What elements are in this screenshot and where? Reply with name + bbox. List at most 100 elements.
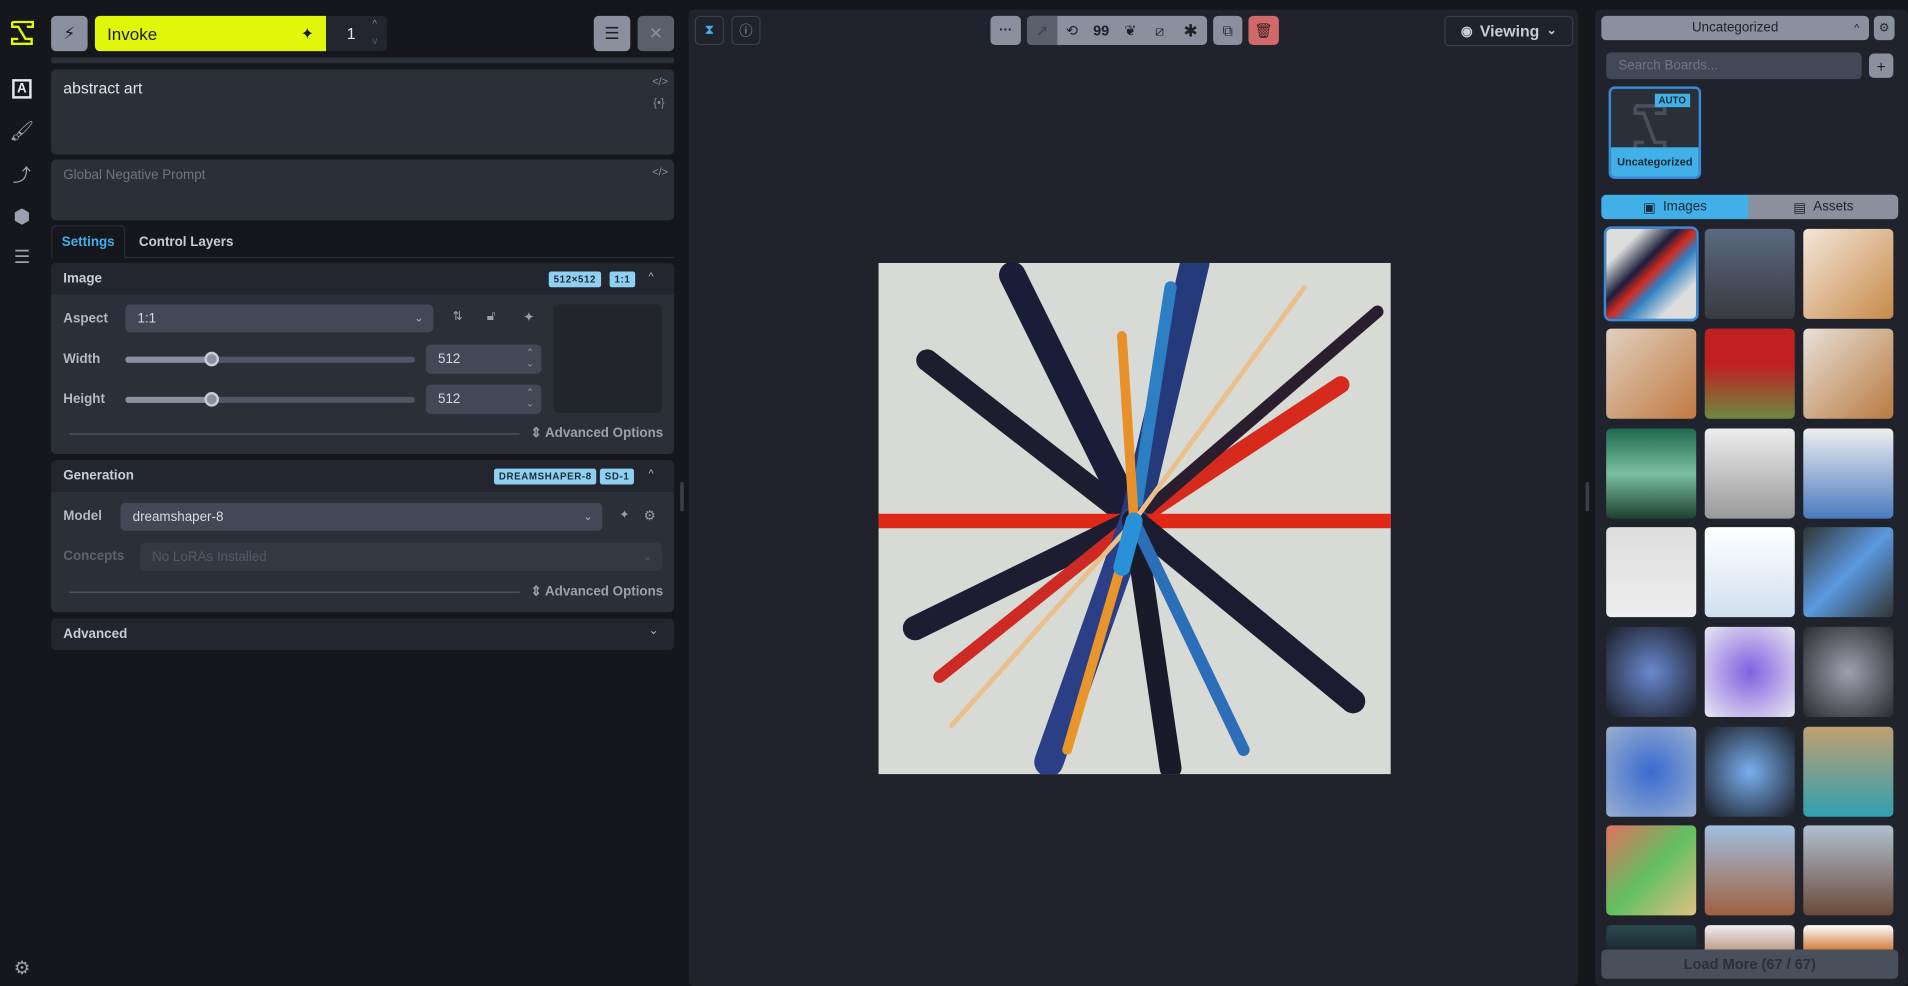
canvas-brush-icon[interactable]: 🖌︎ (10, 119, 35, 143)
invoke-label: Invoke (107, 23, 158, 44)
settings-gear-icon[interactable]: ⚙ (10, 956, 34, 980)
section-title: Advanced (63, 626, 128, 642)
tab-label: Images (1662, 199, 1707, 215)
gallery-thumbnail[interactable] (1704, 925, 1795, 950)
stepper-icon[interactable]: ⌃ ⌄ (526, 347, 534, 369)
aspect-select[interactable]: 1:1 ⌄ (125, 304, 434, 333)
gallery-thumbnail[interactable] (1803, 825, 1894, 916)
gallery-thumbnail[interactable] (1704, 726, 1795, 817)
models-cube-icon[interactable]: ⬢ (10, 205, 34, 229)
remix-icon[interactable]: ⟲ (1057, 16, 1086, 45)
width-slider[interactable] (125, 351, 415, 367)
gallery-thumbnail[interactable] (1603, 226, 1699, 322)
ruler-size-icon[interactable]: ⧄ (1145, 16, 1174, 45)
gallery-thumbnail[interactable] (1704, 428, 1795, 519)
plus-icon: + (1876, 56, 1886, 75)
model-badge: DREAMSHAPER-8 (494, 468, 597, 485)
decrement-icon[interactable]: v (372, 35, 377, 46)
advanced-options-label: Advanced Options (544, 426, 664, 441)
search-boards-input[interactable]: Search Boards... (1606, 52, 1862, 80)
gallery-thumbnail[interactable] (1704, 228, 1795, 319)
gallery-thumbnail[interactable] (1803, 428, 1894, 519)
assets-icon: ▤ (1793, 200, 1806, 215)
width-value: 512 (438, 351, 461, 367)
cancel-button[interactable]: ✕ (637, 15, 675, 52)
advanced-section-header[interactable]: Advanced (51, 618, 675, 651)
gallery-thumbnail[interactable] (1606, 428, 1697, 519)
tab-settings[interactable]: Settings (51, 225, 126, 259)
load-more-button[interactable]: Load More (67 / 67) (1601, 949, 1899, 979)
gallery-thumbnail[interactable] (1606, 925, 1697, 950)
gallery-thumbnail[interactable] (1606, 328, 1697, 419)
increment-icon[interactable]: ^ (372, 18, 377, 29)
code-icon[interactable]: </> (652, 166, 668, 178)
negative-prompt-field[interactable]: Global Negative Prompt </> (51, 159, 675, 221)
advanced-options-toggle[interactable]: ⇕ Advanced Options (531, 425, 664, 441)
asterisk-all-icon[interactable]: ✱ (1174, 16, 1207, 45)
info-button[interactable]: ⓘ (731, 15, 761, 46)
sparkles-icon[interactable]: ✦ (523, 309, 534, 325)
gallery-thumbnail[interactable] (1704, 527, 1795, 618)
embedding-icon[interactable]: {•} (653, 96, 664, 108)
gallery-thumbnail[interactable] (1803, 527, 1894, 618)
viewer-mode-select[interactable]: ◉ Viewing ⌄ (1444, 15, 1574, 47)
gallery-thumbnail[interactable] (1803, 925, 1894, 950)
board-select[interactable]: Uncategorized ^ (1601, 15, 1870, 41)
more-icon: ··· (998, 23, 1013, 38)
concepts-select[interactable]: No LoRAs Installed ⌄ (139, 542, 662, 571)
stepper-icon[interactable]: ⌃ ⌄ (526, 387, 534, 409)
panel-resize-handle[interactable] (680, 482, 684, 512)
queue-list-button[interactable]: ☰ (593, 15, 631, 52)
delete-button[interactable]: 🗑︎ (1248, 15, 1279, 46)
model-select[interactable]: dreamshaper-8 ⌄ (120, 502, 603, 531)
positive-prompt-field[interactable]: abstract art </> {•} (51, 69, 675, 155)
gear-icon[interactable]: ⚙ (644, 508, 656, 524)
chevron-down-icon: ⌄ (414, 311, 424, 324)
progress-image-toggle[interactable]: ⧗ (694, 15, 724, 46)
more-button[interactable]: ··· (990, 15, 1021, 46)
sparkles-icon[interactable]: ✦ (619, 509, 629, 522)
gallery-settings-button[interactable]: ⚙ (1873, 15, 1895, 41)
board-card-uncategorized[interactable]: AUTO Uncategorized (1608, 86, 1702, 179)
gallery-thumbnail[interactable] (1606, 626, 1697, 717)
tab-control-layers[interactable]: Control Layers (131, 225, 241, 258)
negative-prompt-placeholder: Global Negative Prompt (63, 167, 206, 183)
queue-icon[interactable]: ☰ (10, 245, 34, 269)
recall-prompt-icon[interactable]: 99 (1087, 16, 1116, 45)
chevron-down-icon[interactable]: ⌄ (649, 624, 659, 637)
gallery-thumbnail[interactable] (1704, 626, 1795, 717)
recall-workflow-icon[interactable]: ↗ (1026, 15, 1058, 46)
code-icon[interactable]: </> (652, 75, 668, 87)
chevron-up-icon[interactable]: ^ (649, 270, 654, 282)
invoke-button[interactable]: Invoke ✦ (94, 15, 327, 52)
swap-dimensions-icon[interactable]: ⇅ (453, 310, 463, 323)
workflows-icon[interactable]: ⤴ (10, 162, 34, 186)
gallery-thumbnail[interactable] (1606, 825, 1697, 916)
gallery-thumbnail[interactable] (1704, 825, 1795, 916)
tab-assets[interactable]: ▤ Assets (1748, 194, 1899, 220)
height-input[interactable]: 512 ⌃ ⌄ (425, 384, 542, 414)
invoke-front-button[interactable]: ⚡︎ (51, 15, 88, 52)
gallery-thumbnail[interactable] (1803, 228, 1894, 319)
width-input[interactable]: 512 ⌃ ⌄ (425, 344, 542, 374)
lock-icon[interactable]: 🔓︎ (487, 309, 496, 325)
panel-resize-handle[interactable] (1585, 482, 1590, 512)
gallery-thumbnail[interactable] (1606, 527, 1697, 618)
add-board-button[interactable]: + (1869, 53, 1894, 78)
send-to-canvas-button[interactable]: ⧉ (1213, 15, 1243, 46)
iterations-stepper[interactable]: 1 ^ v (326, 15, 387, 52)
gallery-thumbnail[interactable] (1803, 328, 1894, 419)
chevron-up-icon[interactable]: ^ (649, 467, 654, 479)
invoke-logo[interactable] (10, 20, 35, 46)
gallery-thumbnail[interactable] (1704, 328, 1795, 419)
tab-images[interactable]: ▣ Images (1601, 194, 1749, 220)
gallery-thumbnail[interactable] (1803, 626, 1894, 717)
generated-image[interactable] (878, 262, 1391, 775)
seed-icon[interactable]: ❦ (1116, 16, 1145, 45)
gallery-thumbnail[interactable] (1606, 726, 1697, 817)
icon-rail: A 🖌︎ ⤴ ⬢ ☰ ⚙ (0, 0, 44, 986)
height-slider[interactable] (125, 391, 415, 407)
gallery-thumbnail[interactable] (1803, 726, 1894, 817)
advanced-options-toggle[interactable]: ⇕ Advanced Options (531, 583, 664, 599)
text-to-image-icon[interactable]: A (12, 79, 32, 99)
